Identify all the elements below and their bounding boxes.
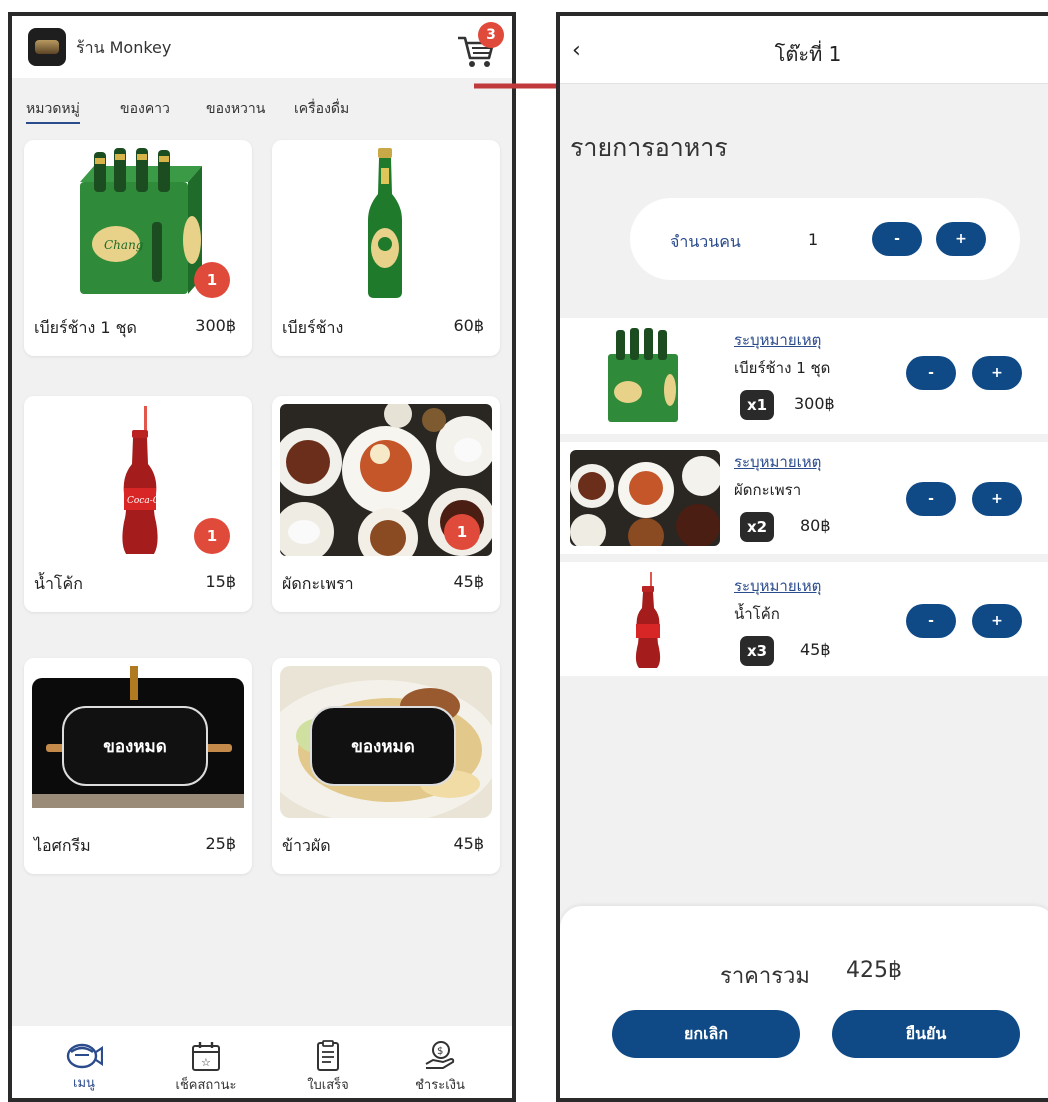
order-summary-screen: ‹ โต๊ะที่ 1 รายการอาหาร จำนวนคน 1 - + ระ… <box>556 12 1048 1102</box>
order-increase-button[interactable]: + <box>972 482 1022 516</box>
tab-dessert[interactable]: ของหวาน <box>206 98 265 120</box>
order-decrease-button[interactable]: - <box>906 482 956 516</box>
shop-name: ร้าน Monkey <box>76 38 172 57</box>
product-price: 300฿ <box>195 316 236 335</box>
order-qty-badge: x3 <box>740 636 774 666</box>
order-row: ระบุหมายเหตุ ผัดกะเพรา x2 80฿ - + <box>560 442 1048 554</box>
order-name: น้ำโค้ก <box>734 605 780 623</box>
tab-drinks[interactable]: เครื่องดื่ม <box>294 98 349 120</box>
product-name: เบียร์ช้าง 1 ชุด <box>34 318 137 337</box>
order-price: 80฿ <box>800 516 831 535</box>
people-label: จำนวนคน <box>670 232 741 251</box>
cart-qty-badge: 1 <box>194 518 230 554</box>
receipt-icon <box>317 1040 339 1071</box>
order-price: 45฿ <box>800 640 831 659</box>
product-card-krapao[interactable]: 1 ผัดกะเพรา 45฿ <box>272 396 500 612</box>
order-decrease-button[interactable]: - <box>906 604 956 638</box>
order-footer: ราคารวม 425฿ ยกเลิก ยืนยัน <box>560 906 1048 1098</box>
bottom-navigation: เมนู ☆ เช็คสถานะ ใบเสร็จ $ ชำระเงิน <box>12 1026 512 1098</box>
order-row: ระบุหมายเหตุ น้ำโค้ก x3 45฿ - + <box>560 562 1048 676</box>
product-card-coke[interactable]: Coca-Cola 1 น้ำโค้ก 15฿ <box>24 396 252 612</box>
product-price: 15฿ <box>205 572 236 591</box>
order-increase-button[interactable]: + <box>972 604 1022 638</box>
payment-hand-icon: $ <box>425 1041 455 1069</box>
krapao-thumbnail <box>570 450 720 546</box>
svg-text:Coca-Cola: Coca-Cola <box>127 496 173 506</box>
people-count: 1 <box>808 230 819 249</box>
nav-menu[interactable]: เมนู <box>44 1040 124 1093</box>
confirm-button[interactable]: ยืนยัน <box>832 1010 1020 1058</box>
product-price: 45฿ <box>453 834 484 853</box>
shop-header: ร้าน Monkey 3 <box>12 16 512 78</box>
chang-beer-pack-thumbnail <box>608 328 678 422</box>
people-increase-button[interactable]: + <box>936 222 986 256</box>
product-card-chang-set[interactable]: Chang 1 เบียร์ช้าง 1 ชุด 300฿ <box>24 140 252 356</box>
coke-bottle-thumbnail <box>635 572 661 668</box>
sold-out-label: ของหมด <box>62 706 208 786</box>
product-name: ผัดกะเพรา <box>282 574 354 593</box>
nav-check-status[interactable]: ☆ เช็คสถานะ <box>166 1040 246 1095</box>
cart-count-badge: 3 <box>478 22 504 48</box>
tab-category[interactable]: หมวดหมู่ <box>26 98 80 124</box>
order-name: เบียร์ช้าง 1 ชุด <box>734 359 831 377</box>
order-row: ระบุหมายเหตุ เบียร์ช้าง 1 ชุด x1 300฿ - … <box>560 318 1048 434</box>
product-card-chang-beer[interactable]: เบียร์ช้าง 60฿ <box>272 140 500 356</box>
remark-link[interactable]: ระบุหมายเหตุ <box>734 450 821 474</box>
order-qty-badge: x1 <box>740 390 774 420</box>
cancel-button[interactable]: ยกเลิก <box>612 1010 800 1058</box>
nav-receipt[interactable]: ใบเสร็จ <box>288 1040 368 1095</box>
order-price: 300฿ <box>794 394 835 413</box>
order-name: ผัดกะเพรา <box>734 481 802 499</box>
svg-text:$: $ <box>437 1046 443 1057</box>
product-price: 45฿ <box>453 572 484 591</box>
svg-text:☆: ☆ <box>201 1056 211 1069</box>
cart-qty-badge: 1 <box>194 262 230 298</box>
product-name: ข้าวผัด <box>282 836 331 855</box>
shop-logo <box>28 28 66 66</box>
menu-screen: ร้าน Monkey 3 หมวดหมู่ ของคาว ของหวาน เค… <box>8 12 516 1102</box>
cart-qty-badge: 1 <box>444 514 480 550</box>
order-qty-badge: x2 <box>740 512 774 542</box>
product-name: น้ำโค้ก <box>34 574 83 593</box>
order-decrease-button[interactable]: - <box>906 356 956 390</box>
remark-link[interactable]: ระบุหมายเหตุ <box>734 574 821 598</box>
remark-link[interactable]: ระบุหมายเหตุ <box>734 328 821 352</box>
product-name: ไอศกรีม <box>34 836 91 855</box>
svg-text:Chang: Chang <box>104 238 144 252</box>
table-header: ‹ โต๊ะที่ 1 <box>560 16 1048 84</box>
nav-payment[interactable]: $ ชำระเงิน <box>400 1040 480 1095</box>
product-card-icecream[interactable]: ของหมด ไอศกรีม 25฿ <box>24 658 252 874</box>
nav-label: เมนู <box>73 1076 95 1091</box>
people-decrease-button[interactable]: - <box>872 222 922 256</box>
chang-bottle-image <box>368 148 402 298</box>
total-value: 425฿ <box>846 958 902 983</box>
food-list-title: รายการอาหาร <box>570 133 728 162</box>
product-price: 60฿ <box>453 316 484 335</box>
tab-savory[interactable]: ของคาว <box>120 98 170 120</box>
sold-out-label: ของหมด <box>310 706 456 786</box>
calendar-star-icon: ☆ <box>192 1042 220 1071</box>
sushi-icon <box>66 1043 103 1069</box>
people-count-box: จำนวนคน 1 - + <box>630 198 1020 280</box>
table-title: โต๊ะที่ 1 <box>774 42 842 66</box>
total-label: ราคารวม <box>720 964 810 989</box>
category-tabs: หมวดหมู่ ของคาว ของหวาน เครื่องดื่ม <box>12 78 512 134</box>
product-card-fried-rice[interactable]: ของหมด ข้าวผัด 45฿ <box>272 658 500 874</box>
product-price: 25฿ <box>205 834 236 853</box>
order-increase-button[interactable]: + <box>972 356 1022 390</box>
product-name: เบียร์ช้าง <box>282 318 344 337</box>
